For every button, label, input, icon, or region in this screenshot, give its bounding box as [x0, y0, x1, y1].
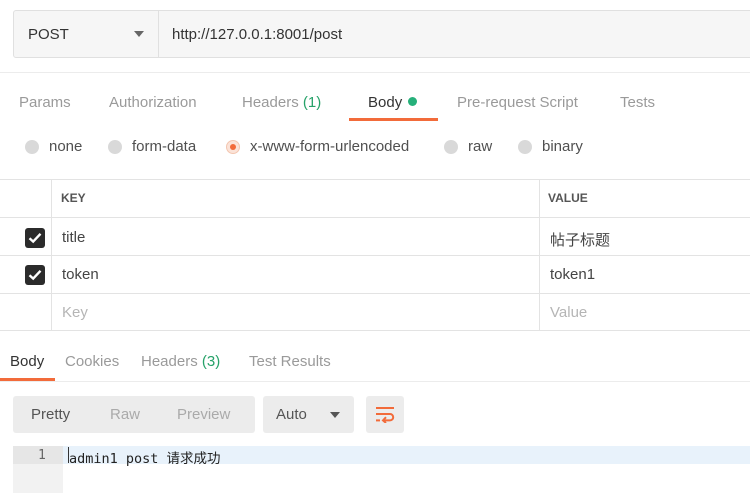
chevron-down-icon: [330, 412, 340, 418]
params-table: KEY VALUE title 帖子标题 token token1 Key Va…: [0, 179, 750, 331]
wrap-lines-button[interactable]: [366, 396, 404, 433]
row-checkbox[interactable]: [25, 228, 45, 248]
value-column-header: VALUE: [548, 191, 588, 205]
tab-prerequest-script[interactable]: Pre-request Script: [457, 94, 578, 111]
radio-urlencoded[interactable]: x-www-form-urlencoded: [226, 138, 409, 155]
new-value-input[interactable]: Value: [550, 304, 587, 321]
format-select[interactable]: Auto: [263, 396, 354, 433]
url-input[interactable]: http://127.0.0.1:8001/post: [172, 11, 342, 57]
tab-params[interactable]: Params: [19, 94, 71, 111]
param-key[interactable]: token: [62, 266, 99, 283]
wrap-lines-icon: [376, 407, 395, 423]
response-tab-test-results[interactable]: Test Results: [249, 353, 331, 370]
method-select[interactable]: POST: [14, 11, 159, 57]
checkmark-icon: [28, 269, 42, 281]
pretty-button[interactable]: Pretty: [31, 396, 70, 433]
radio-circle-icon: [25, 139, 39, 154]
new-key-input[interactable]: Key: [62, 304, 88, 321]
table-border: [0, 330, 750, 331]
divider: [0, 72, 750, 73]
response-tab-cookies[interactable]: Cookies: [65, 353, 119, 370]
radio-form-data-label: form-data: [132, 138, 197, 155]
line-number: 1: [38, 448, 46, 463]
table-border: [0, 255, 750, 256]
response-tab-body[interactable]: Body: [10, 353, 44, 370]
checkmark-icon: [28, 232, 42, 244]
radio-circle-icon: [444, 139, 458, 154]
active-tab-indicator: [349, 118, 438, 121]
table-border: [0, 293, 750, 294]
radio-binary-label: binary: [542, 138, 583, 155]
format-label: Auto: [276, 406, 307, 423]
chevron-down-icon: [134, 31, 144, 37]
response-headers-count: (3): [201, 353, 221, 370]
radio-circle-icon: [518, 139, 532, 154]
key-column-header: KEY: [61, 191, 86, 205]
divider: [0, 381, 750, 382]
table-border: [0, 179, 750, 180]
table-border: [0, 217, 750, 218]
response-tab-headers[interactable]: Headers (3): [141, 353, 220, 370]
radio-form-data[interactable]: form-data: [108, 138, 196, 155]
view-mode-toggle: Pretty Raw Preview: [13, 396, 255, 433]
response-body-text[interactable]: admin1 post 请求成功: [69, 447, 221, 467]
radio-binary[interactable]: binary: [518, 138, 583, 155]
radio-raw-label: raw: [468, 138, 493, 155]
raw-button[interactable]: Raw: [110, 396, 140, 433]
tab-tests[interactable]: Tests: [620, 94, 655, 111]
tab-headers[interactable]: Headers (1): [242, 94, 321, 111]
table-border: [51, 179, 52, 331]
param-value[interactable]: 帖子标题: [550, 229, 610, 250]
table-border: [539, 179, 540, 331]
status-dot-icon: [408, 97, 418, 106]
response-tab-headers-label: Headers: [141, 353, 198, 370]
tab-body-label: Body: [368, 94, 403, 111]
preview-button[interactable]: Preview: [177, 396, 230, 433]
tab-authorization[interactable]: Authorization: [109, 94, 197, 111]
radio-none-label: none: [49, 138, 83, 155]
radio-none[interactable]: none: [25, 138, 82, 155]
request-bar: POST http://127.0.0.1:8001/post: [13, 10, 750, 58]
radio-circle-icon: [108, 139, 122, 154]
tab-body[interactable]: Body: [368, 94, 418, 111]
method-label: POST: [28, 25, 69, 43]
headers-count: (1): [302, 94, 322, 111]
radio-raw[interactable]: raw: [444, 138, 492, 155]
param-value[interactable]: token1: [550, 266, 595, 283]
radio-selected-icon: [226, 139, 240, 154]
radio-urlencoded-label: x-www-form-urlencoded: [250, 138, 410, 155]
param-key[interactable]: title: [62, 229, 85, 246]
row-checkbox[interactable]: [25, 265, 45, 285]
tab-headers-label: Headers: [242, 94, 299, 111]
